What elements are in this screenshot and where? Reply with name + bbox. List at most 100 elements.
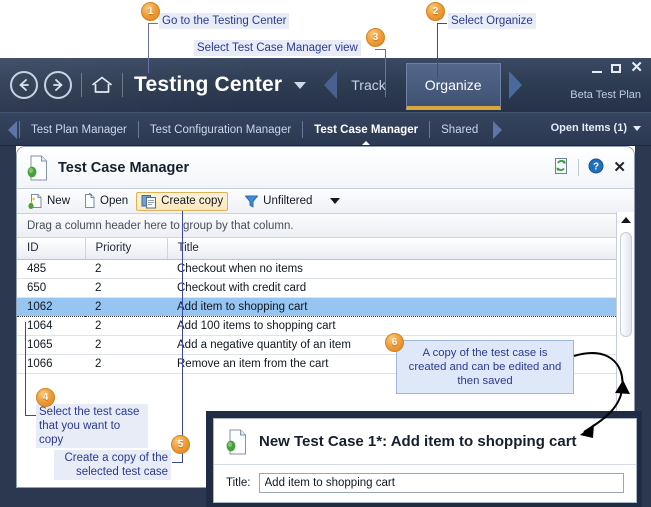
- primary-nav-bar: Testing Center Track Organize: [0, 58, 651, 112]
- callout-badge-3: 3: [366, 28, 385, 47]
- caret-down-icon: [633, 125, 641, 131]
- close-button[interactable]: ✕: [630, 60, 643, 75]
- test-case-document-icon: [226, 429, 248, 455]
- cell-priority: 2: [85, 278, 167, 298]
- open-button[interactable]: Open: [78, 191, 133, 211]
- open-button-label: Open: [100, 195, 129, 207]
- refresh-icon[interactable]: [553, 157, 569, 178]
- app-window-chrome: Testing Center Track Organize ✕ Beta Tes…: [0, 58, 651, 146]
- cell-priority: 2: [85, 296, 167, 317]
- nav-divider-1: [81, 73, 82, 97]
- tab-test-plan-manager[interactable]: Test Plan Manager: [22, 124, 136, 136]
- tab-test-case-manager[interactable]: Test Case Manager: [305, 124, 427, 146]
- create-copy-button[interactable]: Create copy: [136, 191, 229, 211]
- leader-line-4-elbow: [25, 415, 36, 416]
- window-controls: ✕: [592, 60, 643, 75]
- triangle-left-icon[interactable]: [324, 71, 338, 99]
- maximize-button[interactable]: [611, 63, 622, 73]
- cell-title: Add item to shopping cart: [167, 296, 618, 317]
- leader-line-1: [148, 23, 149, 73]
- dialog-title: New Test Case 1*: Add item to shopping c…: [259, 433, 577, 450]
- secondary-tab-bar: Test Plan Manager Test Configuration Man…: [0, 112, 651, 146]
- panel-header: Test Case Manager ? ✕: [17, 147, 634, 189]
- tab-divider-1: [137, 121, 139, 138]
- callout-text-5: Create a copy of the selected test case: [54, 450, 171, 480]
- cell-id: 650: [17, 278, 85, 298]
- leader-line-2-elbow: [437, 23, 447, 24]
- create-copy-button-label: Create copy: [161, 195, 224, 207]
- cell-priority: 2: [85, 316, 167, 336]
- callout-text-6: A copy of the test case is created and c…: [396, 340, 574, 394]
- back-button[interactable]: [10, 71, 38, 99]
- flow-arrow-icon: [573, 352, 630, 438]
- panel-header-divider: [578, 159, 580, 176]
- leader-line-5-elbow: [172, 462, 183, 463]
- callout-badge-4: 4: [36, 388, 55, 407]
- minimize-button[interactable]: [592, 70, 603, 73]
- cell-id: 1064: [17, 316, 85, 336]
- column-header-priority[interactable]: Priority: [85, 238, 168, 260]
- scroll-up-button[interactable]: [617, 212, 634, 228]
- home-icon[interactable]: [91, 75, 113, 95]
- cell-priority: 2: [85, 259, 167, 279]
- tab-test-configuration-manager[interactable]: Test Configuration Manager: [141, 124, 300, 136]
- panel-toolbar: New Open Create copy Unfiltered: [17, 189, 634, 214]
- callout-text-3: Select Test Case Manager view: [194, 40, 361, 56]
- filter-button[interactable]: Unfiltered: [239, 192, 317, 211]
- dialog-body: Title:: [214, 465, 636, 493]
- cell-id: 1062: [17, 296, 85, 317]
- cell-id: 1065: [17, 335, 85, 355]
- panel-header-actions: ? ✕: [553, 157, 626, 178]
- cell-priority: 2: [85, 354, 167, 374]
- callout-text-1: Go to the Testing Center: [159, 13, 290, 29]
- leader-line-5: [182, 211, 183, 463]
- test-case-document-icon: [27, 155, 49, 181]
- window-frame-left: [0, 146, 16, 507]
- cell-title: Checkout when no items: [167, 259, 618, 279]
- table-header-row: ID Priority Title: [17, 238, 618, 260]
- open-items-menu[interactable]: Open Items (1): [551, 122, 641, 134]
- forward-button[interactable]: [44, 71, 72, 99]
- callout-badge-2: 2: [426, 2, 445, 21]
- table-row-selected[interactable]: 1062 2 Add item to shopping cart: [17, 296, 618, 317]
- title-field-label: Title:: [226, 477, 251, 489]
- cell-title: Checkout with credit card: [167, 278, 618, 298]
- cell-priority: 2: [85, 335, 167, 355]
- leader-line-1-elbow: [148, 23, 158, 24]
- column-header-id[interactable]: ID: [17, 238, 86, 260]
- title-input[interactable]: [258, 473, 624, 493]
- table-row[interactable]: 485 2 Checkout when no items: [17, 259, 618, 279]
- new-button-label: New: [47, 195, 71, 207]
- svg-text:?: ?: [593, 162, 599, 173]
- app-title: Testing Center: [134, 73, 283, 96]
- help-icon[interactable]: ?: [588, 158, 604, 177]
- nav-item-organize[interactable]: Organize: [405, 62, 501, 110]
- chevron-down-icon[interactable]: [294, 81, 307, 89]
- scroll-up-arrow-icon: [621, 217, 631, 223]
- new-button[interactable]: New: [23, 191, 75, 211]
- triangle-right-icon[interactable]: [508, 71, 522, 99]
- panel-close-icon[interactable]: ✕: [613, 160, 626, 175]
- tabbar-prev-icon[interactable]: [8, 120, 17, 139]
- tab-divider-3: [429, 121, 431, 138]
- group-by-dropzone[interactable]: Drag a column header here to group by th…: [17, 214, 634, 238]
- cell-id: 485: [17, 259, 85, 279]
- nav-item-track[interactable]: Track: [337, 77, 399, 93]
- tab-divider-2: [302, 121, 304, 138]
- cell-id: 1066: [17, 354, 85, 374]
- callout-text-2: Select Organize: [448, 13, 536, 29]
- table-row[interactable]: 1064 2 Add 100 items to shopping cart: [17, 316, 618, 336]
- leader-line-2: [437, 23, 438, 78]
- callout-badge-1: 1: [141, 2, 160, 21]
- panel-title: Test Case Manager: [58, 159, 190, 176]
- open-items-label: Open Items (1): [550, 122, 627, 134]
- scrollbar-thumb[interactable]: [620, 232, 632, 337]
- leader-line-3: [385, 49, 386, 97]
- test-plan-label: Beta Test Plan: [570, 89, 641, 101]
- tab-shared[interactable]: Shared: [432, 124, 487, 136]
- callout-badge-5: 5: [171, 435, 190, 454]
- column-header-title[interactable]: Title: [167, 238, 618, 260]
- table-row[interactable]: 650 2 Checkout with credit card: [17, 278, 618, 298]
- filter-caret-down-icon[interactable]: [330, 198, 341, 204]
- tabbar-next-icon[interactable]: [493, 120, 503, 139]
